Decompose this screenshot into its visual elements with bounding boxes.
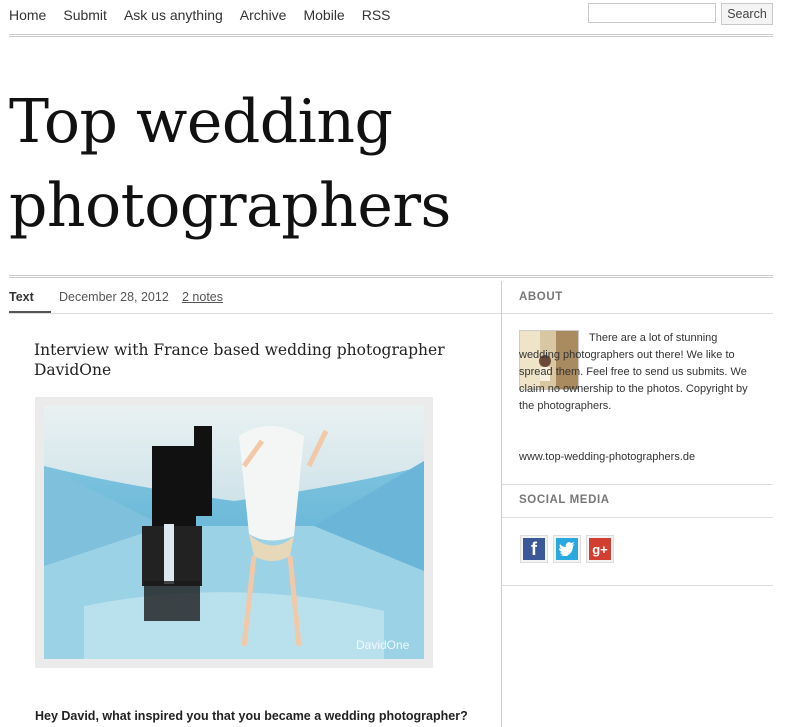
top-nav: Home Submit Ask us anything Archive Mobi… <box>9 6 408 24</box>
content-divider <box>9 275 773 278</box>
post-date[interactable]: December 28, 2012 <box>59 290 169 304</box>
nav-rss-link[interactable]: RSS <box>362 6 391 24</box>
search-input[interactable] <box>588 3 716 23</box>
post-type-tab[interactable]: Text <box>9 290 34 304</box>
post-notes-link[interactable]: 2 notes <box>182 290 223 304</box>
meta-divider <box>9 313 501 314</box>
about-text: There are a lot of stunning wedding phot… <box>519 330 759 415</box>
post-photo[interactable]: DavidOne <box>44 406 424 659</box>
nav-ask-link[interactable]: Ask us anything <box>124 6 223 24</box>
about-heading: ABOUT <box>519 291 563 303</box>
nav-submit-link[interactable]: Submit <box>63 6 107 24</box>
nav-archive-link[interactable]: Archive <box>240 6 287 24</box>
post-question: Hey David, what inspired you that you be… <box>35 709 468 723</box>
about-url-link[interactable]: www.top-wedding-photographers.de <box>519 451 695 463</box>
google-plus-icon[interactable]: g+ <box>586 535 614 563</box>
nav-home-link[interactable]: Home <box>9 6 46 24</box>
social-bottom-divider <box>502 585 773 586</box>
about-paragraph: There are a lot of stunning wedding phot… <box>519 332 748 412</box>
search-button[interactable]: Search <box>721 3 773 25</box>
about-bottom-divider <box>502 484 773 485</box>
nav-mobile-link[interactable]: Mobile <box>303 6 344 24</box>
column-divider <box>501 281 502 727</box>
twitter-icon[interactable] <box>553 535 581 563</box>
photo-watermark: DavidOne <box>356 638 410 652</box>
header-divider <box>9 34 773 37</box>
facebook-icon[interactable]: f <box>520 535 548 563</box>
post-photo-frame: DavidOne <box>35 397 433 668</box>
post-title: Interview with France based wedding phot… <box>34 341 445 379</box>
about-divider <box>502 313 773 314</box>
social-heading: SOCIAL MEDIA <box>519 494 610 506</box>
social-divider <box>502 517 773 518</box>
site-title[interactable]: Top wedding photographers <box>9 80 529 248</box>
